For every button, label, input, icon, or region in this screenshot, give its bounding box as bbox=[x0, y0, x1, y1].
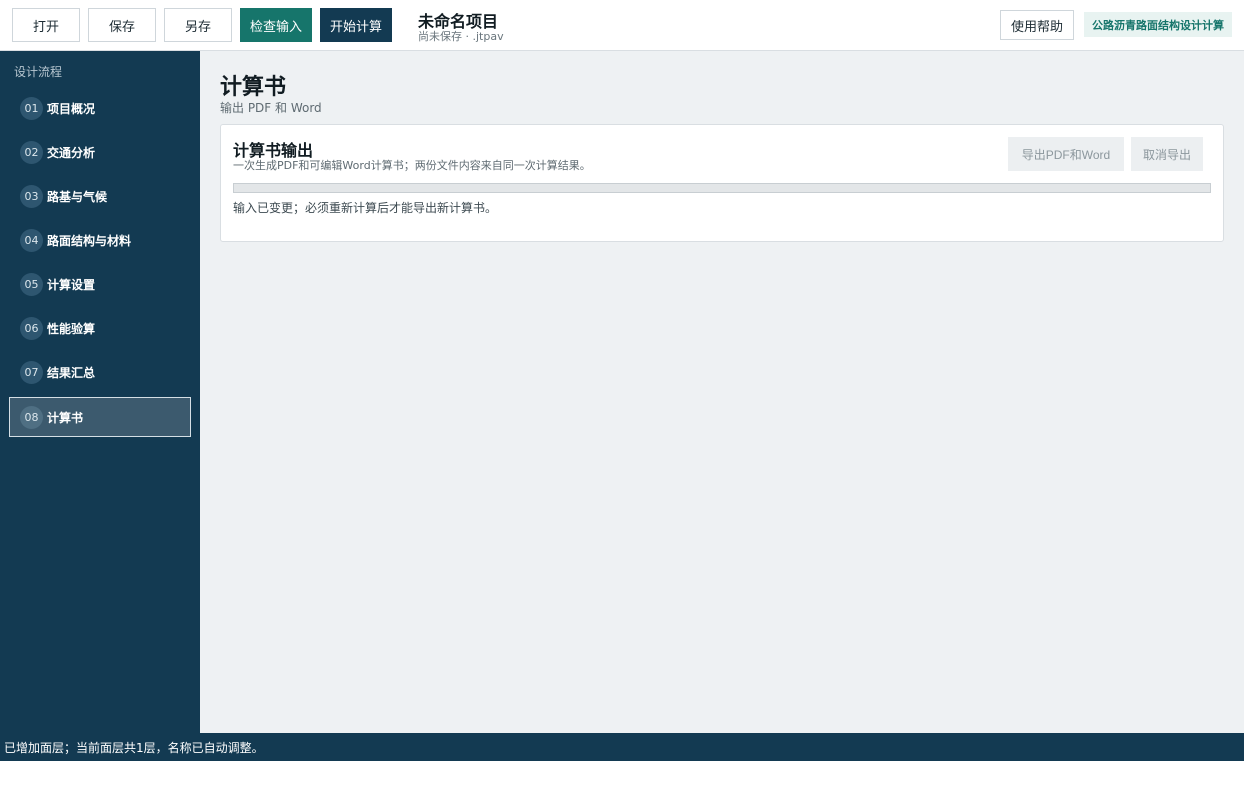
page-title: 计算书 bbox=[220, 75, 287, 100]
sidebar-item-performance-check[interactable]: 06 性能验算 bbox=[9, 308, 191, 348]
sidebar-item-label: 交通分析 bbox=[47, 145, 96, 160]
project-save-status: 尚未保存 · .jtpav bbox=[418, 30, 504, 43]
start-calculation-button[interactable]: 开始计算 bbox=[320, 8, 392, 42]
sidebar-heading: 设计流程 bbox=[14, 65, 63, 79]
sidebar-item-pavement-structure[interactable]: 04 路面结构与材料 bbox=[9, 220, 191, 260]
sidebar-item-label: 计算书 bbox=[47, 410, 84, 425]
main-content: 计算书 输出 PDF 和 Word 计算书输出 一次生成PDF和可编辑Word计… bbox=[200, 51, 1244, 733]
sidebar-item-calculation-settings[interactable]: 05 计算设置 bbox=[9, 264, 191, 304]
step-number: 03 bbox=[20, 184, 43, 208]
export-progress-bar bbox=[233, 183, 1211, 193]
save-as-button[interactable]: 另存 bbox=[164, 8, 232, 42]
sidebar-item-label: 路面结构与材料 bbox=[47, 233, 132, 248]
app-window: 打开 保存 另存 检查输入 开始计算 未命名项目 尚未保存 · .jtpav 使… bbox=[0, 0, 1244, 761]
sidebar-item-subgrade-climate[interactable]: 03 路基与气候 bbox=[9, 176, 191, 216]
sidebar-item-calculation-report[interactable]: 08 计算书 bbox=[9, 397, 191, 437]
status-bar: 已增加面层；当前面层共1层，名称已自动调整。 bbox=[0, 733, 1244, 761]
sidebar-item-label: 路基与气候 bbox=[47, 189, 108, 204]
step-number: 01 bbox=[20, 96, 43, 120]
toolbar: 打开 保存 另存 检查输入 开始计算 未命名项目 尚未保存 · .jtpav 使… bbox=[0, 0, 1244, 51]
step-number: 06 bbox=[20, 316, 43, 340]
sidebar-item-label: 计算设置 bbox=[47, 277, 96, 292]
sidebar-item-results-summary[interactable]: 07 结果汇总 bbox=[9, 352, 191, 392]
step-number: 05 bbox=[20, 272, 43, 296]
check-input-button[interactable]: 检查输入 bbox=[240, 8, 312, 42]
step-number: 04 bbox=[20, 228, 43, 252]
card-description: 一次生成PDF和可编辑Word计算书；两份文件内容来自同一次计算结果。 bbox=[233, 159, 591, 172]
save-button[interactable]: 保存 bbox=[88, 8, 156, 42]
sidebar: 设计流程 01 项目概况 02 交通分析 03 路基与气候 04 路面结构与材料… bbox=[0, 51, 200, 733]
cancel-export-button[interactable]: 取消导出 bbox=[1131, 137, 1203, 171]
app-name-badge: 公路沥青路面结构设计计算 bbox=[1084, 12, 1232, 37]
sidebar-item-label: 结果汇总 bbox=[47, 365, 96, 380]
page-subtitle: 输出 PDF 和 Word bbox=[220, 101, 322, 115]
step-number: 07 bbox=[20, 360, 43, 384]
help-button[interactable]: 使用帮助 bbox=[1000, 10, 1074, 40]
step-number: 02 bbox=[20, 140, 43, 164]
step-number: 08 bbox=[20, 405, 43, 429]
sidebar-item-traffic-analysis[interactable]: 02 交通分析 bbox=[9, 132, 191, 172]
sidebar-item-label: 性能验算 bbox=[47, 321, 96, 336]
report-output-card: 计算书输出 一次生成PDF和可编辑Word计算书；两份文件内容来自同一次计算结果… bbox=[220, 124, 1224, 242]
sidebar-item-project-overview[interactable]: 01 项目概况 bbox=[9, 88, 191, 128]
export-pdf-word-button[interactable]: 导出PDF和Word bbox=[1008, 137, 1124, 171]
sidebar-item-label: 项目概况 bbox=[47, 101, 96, 116]
export-note: 输入已变更；必须重新计算后才能导出新计算书。 bbox=[233, 201, 498, 215]
open-button[interactable]: 打开 bbox=[12, 8, 80, 42]
